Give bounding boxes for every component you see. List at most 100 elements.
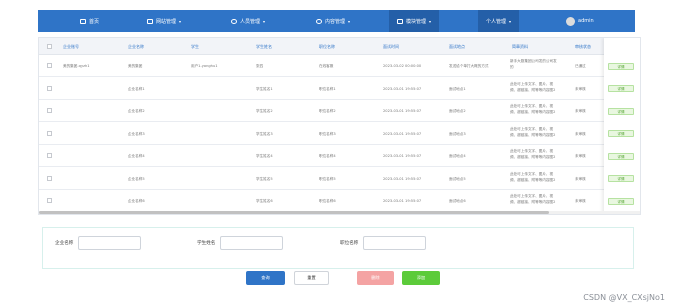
cell-company: 企业名称4 [128,154,145,158]
detail-button[interactable]: 详情 [608,62,634,70]
nav-people-management[interactable]: 人员管理 ▾ [231,10,265,32]
table-row[interactable]: 企业名称4 学生姓名4 职位名称4 2023-03-01 19:55:07 面试地点4 未… [39,145,640,167]
nav-home[interactable]: 首页 [80,10,99,32]
cell-time: 2023-03-01 19:55:07 [383,86,422,91]
cell-company: 企业名称6 [128,199,145,203]
detail-button[interactable]: 详情 [608,152,634,160]
col-header-student-name: 学生姓名 [256,44,272,49]
cell-detail: 此处可上传文字、图片、视频、超链接、附等等内容图2 [510,104,556,114]
cell-student-name: 学生姓名1 [256,86,273,91]
table-row[interactable]: 美的集团-qyzh1 美的集团 用户1-yonghu1 张四 在线客服 2023-03-0… [39,55,640,77]
cell-company: 企业名称1 [128,86,145,91]
nav-module-management[interactable]: 模块管理 ▾ [389,10,440,32]
detail-button[interactable]: 详情 [608,85,634,92]
table-row[interactable]: 企业名称5 学生姓名5 职位名称5 2023-03-01 19:55:07 面试地点5 未… [39,168,640,190]
cell-place: 面试地点3 [449,131,466,136]
cell-status: 未审核 [575,154,586,158]
delete-button[interactable]: 删除 [357,271,394,285]
cell-position: 职位名称5 [319,176,336,181]
chevron-down-icon: ▾ [429,18,432,24]
row-checkbox[interactable] [47,153,52,158]
row-checkbox[interactable] [47,63,52,68]
table-row[interactable]: 企业名称2 学生姓名2 职位名称2 2023-03-01 19:55:07 面试地点2 未… [39,100,640,122]
col-header-account: 企业账号 [63,44,79,49]
nav-site-management[interactable]: 网站管理 ▾ [147,10,181,32]
col-header-place: 面试地点 [449,44,465,49]
table-header-row: 企业账号 企业名称 学生 学生姓名 职位名称 面试时间 面试地点 简章资料 审核… [39,38,640,55]
chevron-down-icon: ▾ [348,18,351,24]
col-header-position: 职位名称 [319,44,335,49]
cell-time: 2023-03-01 19:55:07 [383,154,422,158]
row-checkbox[interactable] [47,108,52,113]
detail-button[interactable]: 详情 [608,107,634,115]
cell-status: 未审核 [575,109,586,113]
col-header-company: 企业名称 [128,44,144,49]
top-nav-bar: 首页 网站管理 ▾ 人员管理 ▾ 内容管理 ▾ 模块管理 ▾ 个人管理 ▾ ad… [38,10,635,32]
cell-student-name: 学生姓名6 [256,199,273,203]
position-name-input[interactable] [363,236,426,250]
nav-content-management[interactable]: 内容管理 ▾ [316,10,350,32]
cell-status: 未审核 [575,86,586,91]
cell-time: 2023-03-01 19:55:07 [383,131,422,136]
nav-personal-management-label: 个人管理 [486,18,507,25]
cell-time: 2023-03-01 19:55:07 [383,176,422,181]
row-checkbox[interactable] [47,198,52,203]
nav-personal-management[interactable]: 个人管理 ▾ [478,10,520,32]
cell-student-name: 学生姓名2 [256,109,273,113]
data-table: 企业账号 企业名称 学生 学生姓名 职位名称 面试时间 面试地点 简章资料 审核… [38,37,641,215]
cell-detail: 此处可上传文字、图片、视频、超链接、附等等内容图2 [510,149,556,159]
nav-people-management-label: 人员管理 [240,18,261,25]
username: admin [578,18,594,24]
detail-button[interactable]: 详情 [608,175,634,182]
actions-column: 详情 详情 详情 详情 详情 详情 详情 [604,38,640,214]
add-button[interactable]: 添加 [402,271,440,285]
cell-student-name: 学生姓名4 [256,154,273,158]
cell-place: 面试地点4 [449,154,466,158]
select-all-checkbox[interactable] [47,44,52,49]
cell-detail: 新手大厨集团公司发的公司发的 [510,59,557,69]
reset-button[interactable]: 重置 [294,271,329,285]
position-name-label: 职位名称 [340,241,359,246]
home-icon [80,18,86,24]
search-panel: 企业名称 学生姓名 职位名称 [42,227,634,269]
detail-button[interactable]: 详情 [608,197,634,205]
row-checkbox[interactable] [47,85,52,91]
cell-place: 面试地点1 [449,86,466,91]
cell-company: 企业名称2 [128,109,145,113]
cell-detail: 此处可上传文字、图片、视频、超链接、附等等内容图2 [510,81,556,92]
user-menu[interactable]: admin [566,10,594,32]
cell-status: 已通过 [575,64,586,68]
row-checkbox[interactable] [47,175,52,181]
cell-detail: 此处可上传文字、图片、视频、超链接、附等等内容图2 [510,194,556,204]
cell-status: 未审核 [575,176,586,181]
cell-status: 未审核 [575,131,586,136]
cell-student-name: 学生姓名3 [256,131,273,136]
cell-position: 职位名称4 [319,154,336,158]
cell-position: 在线客服 [319,64,334,68]
query-button[interactable]: 查询 [246,271,285,285]
cell-place: 面试地点2 [449,109,466,113]
chevron-down-icon: ▾ [179,18,182,24]
table-row[interactable]: 企业名称3 学生姓名3 职位名称3 2023-03-01 19:55:07 面试地点3 未… [39,123,640,145]
cell-time: 2023-03-02 00:00:00 [383,64,422,68]
monitor-icon [147,18,153,24]
horizontal-scrollbar[interactable] [39,211,640,214]
scrollbar-thumb[interactable] [39,211,549,214]
chevron-down-icon: ▾ [509,18,512,24]
table-row[interactable]: 企业名称6 学生姓名6 职位名称6 2023-03-01 19:55:07 面试地点6 未… [39,190,640,212]
cell-position: 职位名称6 [319,199,336,203]
row-checkbox[interactable] [47,130,52,136]
cell-detail: 此处可上传文字、图片、视频、超链接、附等等内容图2 [510,171,556,182]
col-header-detail: 简章资料 [512,44,528,49]
cell-time: 2023-03-01 19:55:07 [383,199,422,203]
copy-icon [397,18,403,24]
table-row[interactable]: 企业名称1 学生姓名1 职位名称1 2023-03-01 19:55:07 面试地点1 未… [39,78,640,100]
cell-position: 职位名称1 [319,86,336,91]
cell-position: 职位名称2 [319,109,336,113]
cell-place: 面试地点6 [449,199,466,203]
cell-status: 未审核 [575,199,586,203]
student-name-input[interactable] [220,236,283,250]
detail-button[interactable]: 详情 [608,130,634,137]
cell-account: 美的集团-qyzh1 [63,64,90,68]
company-name-input[interactable] [78,236,141,250]
